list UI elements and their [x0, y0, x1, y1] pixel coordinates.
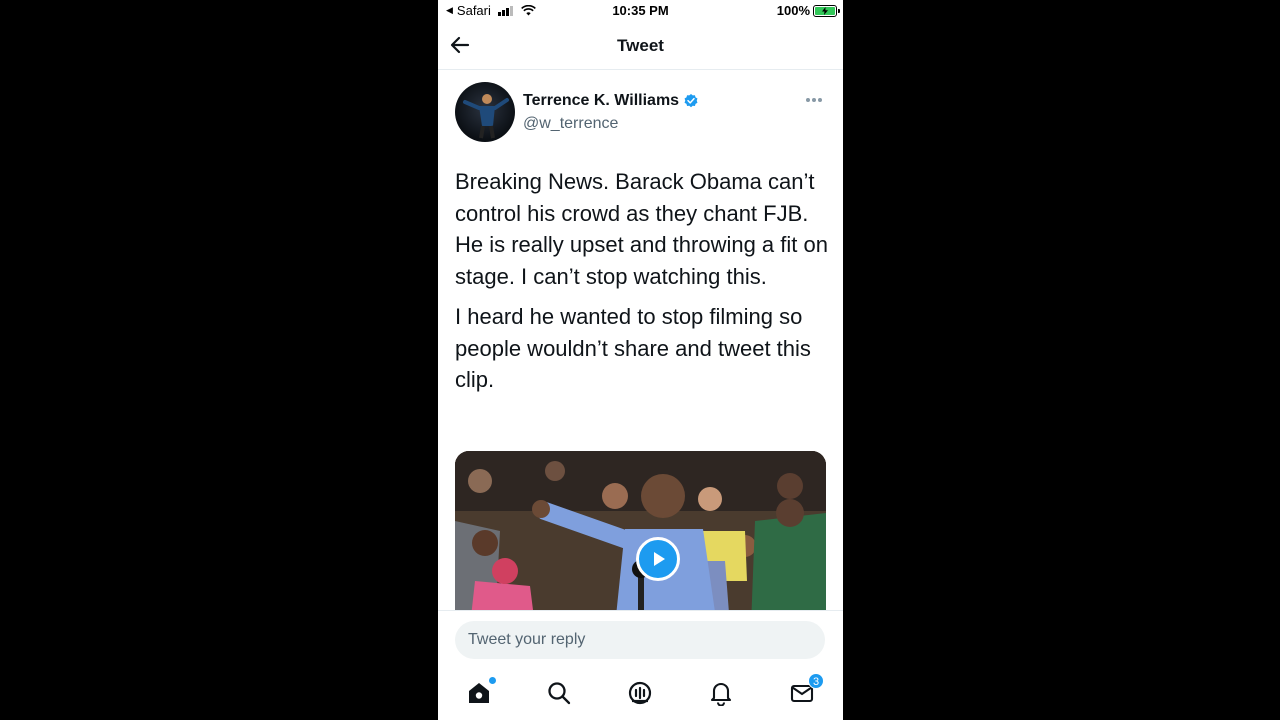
- video-thumbnail: [455, 451, 826, 626]
- status-bar: ◀ Safari 10:35 PM 100%: [438, 0, 843, 22]
- battery-percent: 100%: [776, 3, 810, 18]
- tab-notifications[interactable]: [708, 680, 734, 707]
- charging-bolt-icon: [822, 6, 828, 15]
- search-icon: [548, 682, 571, 705]
- avatar-figure-icon: [463, 94, 509, 139]
- tweet-paragraph: I heard he wanted to stop filming so peo…: [455, 304, 811, 392]
- tab-spaces[interactable]: [627, 680, 653, 706]
- play-button[interactable]: [636, 537, 680, 581]
- author-handle[interactable]: @w_terrence: [523, 115, 618, 133]
- tweet-text: Breaking News. Barack Obama can’t contro…: [455, 166, 830, 396]
- tweet-author: Terrence K. Williams @w_terrence: [455, 82, 830, 144]
- tweet-paragraph: Breaking News. Barack Obama can’t contro…: [455, 169, 828, 289]
- reply-bar: [438, 610, 843, 670]
- status-right: 100%: [776, 3, 840, 18]
- home-new-dot: [489, 677, 496, 684]
- reply-input[interactable]: [455, 621, 825, 659]
- more-options-icon[interactable]: [802, 93, 826, 107]
- author-name[interactable]: Terrence K. Williams: [523, 92, 699, 110]
- page-title: Tweet: [617, 36, 664, 55]
- play-icon: [654, 552, 665, 566]
- avatar[interactable]: [455, 82, 515, 142]
- phone-screen: ◀ Safari 10:35 PM 100% Tweet Terrence K.…: [438, 0, 843, 720]
- tab-messages[interactable]: 3: [789, 673, 824, 706]
- tweet-video[interactable]: [455, 451, 826, 626]
- tab-home[interactable]: [466, 677, 496, 706]
- tab-search[interactable]: [546, 680, 572, 706]
- messages-badge: 3: [808, 673, 824, 689]
- home-icon: [469, 683, 489, 703]
- bell-icon: [710, 682, 732, 707]
- spaces-icon: [628, 681, 652, 705]
- bottom-tab-bar: 3: [438, 670, 843, 720]
- author-name-text: Terrence K. Williams: [523, 92, 680, 109]
- battery-icon: [813, 4, 840, 17]
- top-nav: Tweet: [438, 22, 843, 70]
- verified-badge-icon: [684, 94, 698, 108]
